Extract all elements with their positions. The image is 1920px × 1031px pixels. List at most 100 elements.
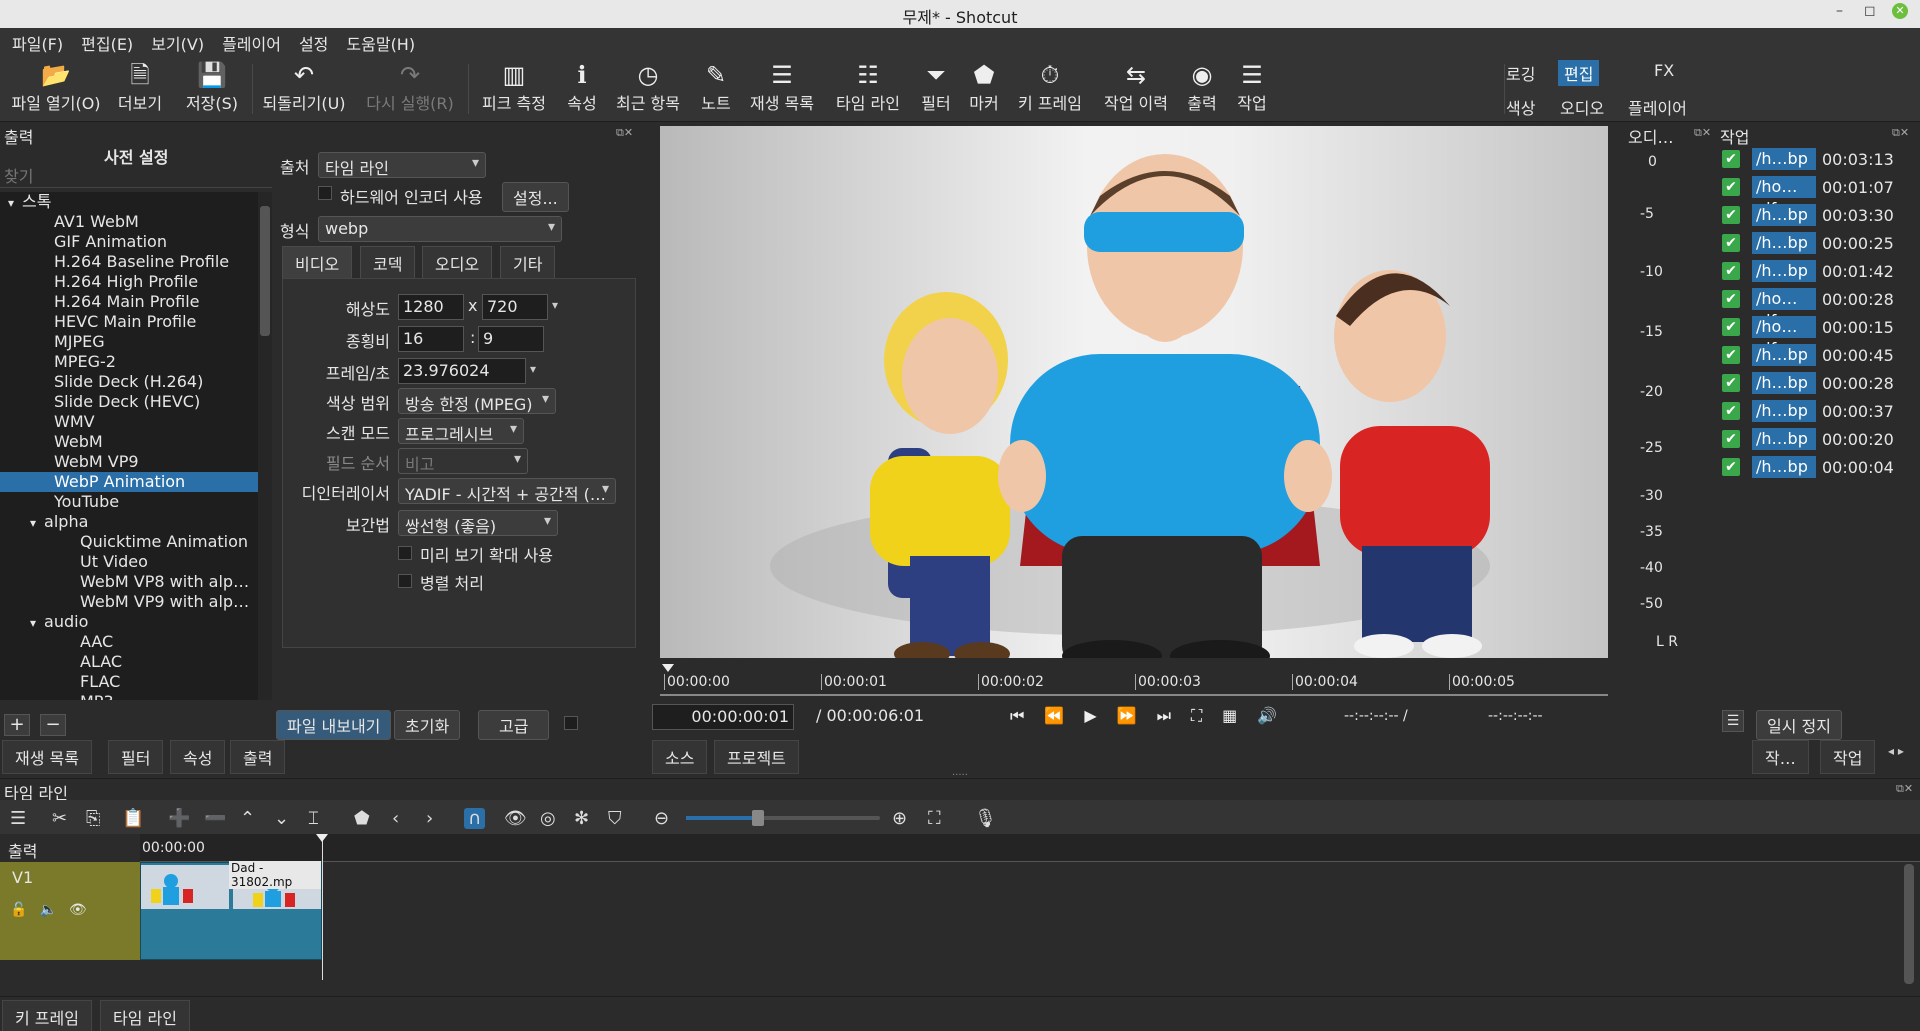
preset-item[interactable]: WebM VP9 <box>0 452 258 472</box>
job-row[interactable]: ✔ /h…bp 00:00:25 <box>1722 230 1894 256</box>
preset-item[interactable]: ▾ 스톡 <box>0 192 258 212</box>
export-file-button[interactable]: 파일 내보내기 <box>276 710 392 740</box>
lift-icon[interactable]: ⌃ <box>240 808 255 829</box>
job-row[interactable]: ✔ /h…bp 00:00:20 <box>1722 426 1894 452</box>
preset-item[interactable]: MPEG-2 <box>0 352 258 372</box>
snap-icon[interactable]: ∩ <box>464 808 486 829</box>
job-row[interactable]: ✔ /h…bp 00:03:13 <box>1722 146 1894 172</box>
toolbar-save-button[interactable]: 💾 저장(S) <box>172 60 252 114</box>
zoom-in-icon[interactable]: ⊕ <box>892 808 907 829</box>
preset-item[interactable]: FLAC <box>0 672 258 692</box>
expand-arrow-icon[interactable]: ▾ <box>30 616 36 630</box>
copy-icon[interactable]: ⎘ <box>86 808 100 829</box>
width-input[interactable]: 1280 <box>398 294 464 320</box>
layout-editing[interactable]: 편집 <box>1558 60 1600 86</box>
preset-item[interactable]: GIF Animation <box>0 232 258 252</box>
hide-icon[interactable]: 👁 <box>69 902 87 918</box>
source-select[interactable]: 타임 라인 <box>318 152 486 178</box>
toolbar-folder-open-button[interactable]: 📂 파일 열기(O) <box>11 60 100 114</box>
toolbar-stack-button[interactable]: ☰ 작업 <box>1212 60 1292 114</box>
volume-icon[interactable]: 🔊 <box>1257 706 1277 726</box>
player-playhead[interactable] <box>662 664 674 672</box>
preset-item[interactable]: Quicktime Animation <box>0 532 258 552</box>
layout-audio[interactable]: 오디오 <box>1554 94 1610 120</box>
rewind-icon[interactable]: ⏪ <box>1044 706 1064 726</box>
job-row[interactable]: ✔ /h…bp 00:00:28 <box>1722 370 1894 396</box>
left-tab[interactable]: 필터 <box>108 740 164 774</box>
skip-next-icon[interactable]: ⏭ <box>1157 706 1171 726</box>
tab-project[interactable]: 프로젝트 <box>714 740 799 774</box>
ripple-markers-icon[interactable]: ⛉ <box>608 808 622 829</box>
preset-item[interactable]: AV1 WebM <box>0 212 258 232</box>
menu-item[interactable]: 보기(V) <box>139 28 210 54</box>
preset-item[interactable]: WebM VP8 with alp… <box>0 572 258 592</box>
preset-item[interactable]: H.264 Baseline Profile <box>0 252 258 272</box>
tab-timeline[interactable]: 타임 라인 <box>100 1000 190 1031</box>
tab-video[interactable]: 비디오 <box>282 246 353 280</box>
toolbar-undo-button[interactable]: ↶ 되돌리기(U) <box>262 60 345 114</box>
settings-button[interactable]: 설정... <box>502 182 569 212</box>
preset-item[interactable]: WebM VP9 with alp… <box>0 592 258 612</box>
preset-search-input[interactable] <box>0 166 272 188</box>
left-tab[interactable]: 재생 목록 <box>2 740 92 774</box>
resolution-menu-icon[interactable]: ▾ <box>552 298 558 312</box>
job-row[interactable]: ✔ /h…bp 00:03:30 <box>1722 202 1894 228</box>
jobs-menu-icon[interactable]: ☰ <box>1722 710 1744 732</box>
color-range-select[interactable]: 방송 한정 (MPEG) <box>398 388 556 414</box>
height-input[interactable]: 720 <box>482 294 548 320</box>
timeline-menu-icon[interactable]: ☰ <box>10 808 26 829</box>
layout-fx[interactable]: FX <box>1648 60 1680 81</box>
menu-item[interactable]: 설정 <box>287 28 334 54</box>
fps-menu-icon[interactable]: ▾ <box>530 362 536 376</box>
aspect-height-input[interactable]: 9 <box>478 326 544 352</box>
left-tab[interactable]: 속성 <box>170 740 226 774</box>
left-tab[interactable]: 출력 <box>230 740 286 774</box>
deinterlacer-select[interactable]: YADIF - 시간적 + 공간적 (… <box>398 478 616 504</box>
preset-item[interactable]: ▾ alpha <box>0 512 258 532</box>
skip-previous-icon[interactable]: ⏮ <box>1010 706 1024 726</box>
lock-icon[interactable]: 🔓 <box>10 902 27 918</box>
minimize-icon[interactable]: – <box>1836 3 1843 19</box>
preset-item[interactable]: H.264 High Profile <box>0 272 258 292</box>
remove-icon[interactable]: ➖ <box>204 808 226 829</box>
preset-item[interactable]: Slide Deck (HEVC) <box>0 392 258 412</box>
zoom-fit-timeline-icon[interactable]: ⛶ <box>928 808 941 829</box>
job-row[interactable]: ✔ /ho…gif 00:00:28 <box>1722 286 1894 330</box>
reset-button[interactable]: 초기화 <box>394 710 461 740</box>
paste-icon[interactable]: 📋 <box>122 808 144 829</box>
player-ruler[interactable]: 00:00:00 00:00:01 00:00:02 00:00:03 00:00:04… <box>660 666 1608 696</box>
previous-marker-icon[interactable]: ‹ <box>392 808 399 829</box>
record-audio-icon[interactable]: 🎙 <box>974 808 997 829</box>
tab-audio[interactable]: 오디오 <box>422 246 493 280</box>
add-preset-button[interactable]: + <box>4 714 30 736</box>
tab-scroll-arrows-icon[interactable]: ◂ ▸ <box>1888 744 1904 758</box>
toolbar-redo-button[interactable]: ↷ 다시 실행(R) <box>366 60 454 114</box>
zoom-fit-icon[interactable]: ⛶ <box>1191 706 1202 726</box>
menu-item[interactable]: 도움말(H) <box>334 28 421 54</box>
job-row[interactable]: ✔ /h…bp 00:00:04 <box>1722 454 1894 480</box>
preset-list[interactable]: ▾ 스톡 AV1 WebM GIF Animation H.264 Baseline P… <box>0 192 258 700</box>
expand-arrow-icon[interactable]: ▾ <box>30 516 36 530</box>
preset-item[interactable]: WebP Animation <box>0 472 258 492</box>
menu-item[interactable]: 플레이어 <box>210 28 287 54</box>
preset-item[interactable]: MP3 <box>0 692 258 700</box>
expand-arrow-icon[interactable]: ▾ <box>8 196 14 210</box>
remove-preset-button[interactable]: − <box>40 714 66 736</box>
jobs-float-close-icon[interactable]: ⧉✕ <box>1892 126 1909 140</box>
append-icon[interactable]: ➕ <box>168 808 190 829</box>
job-row[interactable]: ✔ /h…bp 00:00:37 <box>1722 398 1894 424</box>
job-row[interactable]: ✔ /ho…gif 00:00:15 <box>1722 314 1894 358</box>
preset-item[interactable]: MJPEG <box>0 332 258 352</box>
preset-item[interactable]: ALAC <box>0 652 258 672</box>
job-row[interactable]: ✔ /ho…gif 00:01:07 <box>1722 174 1894 218</box>
close-icon[interactable]: ✕ <box>1892 3 1908 19</box>
zoom-slider[interactable] <box>686 810 880 826</box>
video-viewer[interactable] <box>660 126 1608 672</box>
play-icon[interactable]: ▶ <box>1084 706 1096 726</box>
hw-encoder-checkbox[interactable] <box>318 186 332 200</box>
grid-icon[interactable]: ▦ <box>1222 706 1237 726</box>
advanced-button[interactable]: 고급 <box>478 710 550 740</box>
preset-item[interactable]: ▾ audio <box>0 612 258 632</box>
tab-jobs-short[interactable]: 작… <box>1752 740 1809 774</box>
layout-color[interactable]: 색상 <box>1500 94 1541 120</box>
